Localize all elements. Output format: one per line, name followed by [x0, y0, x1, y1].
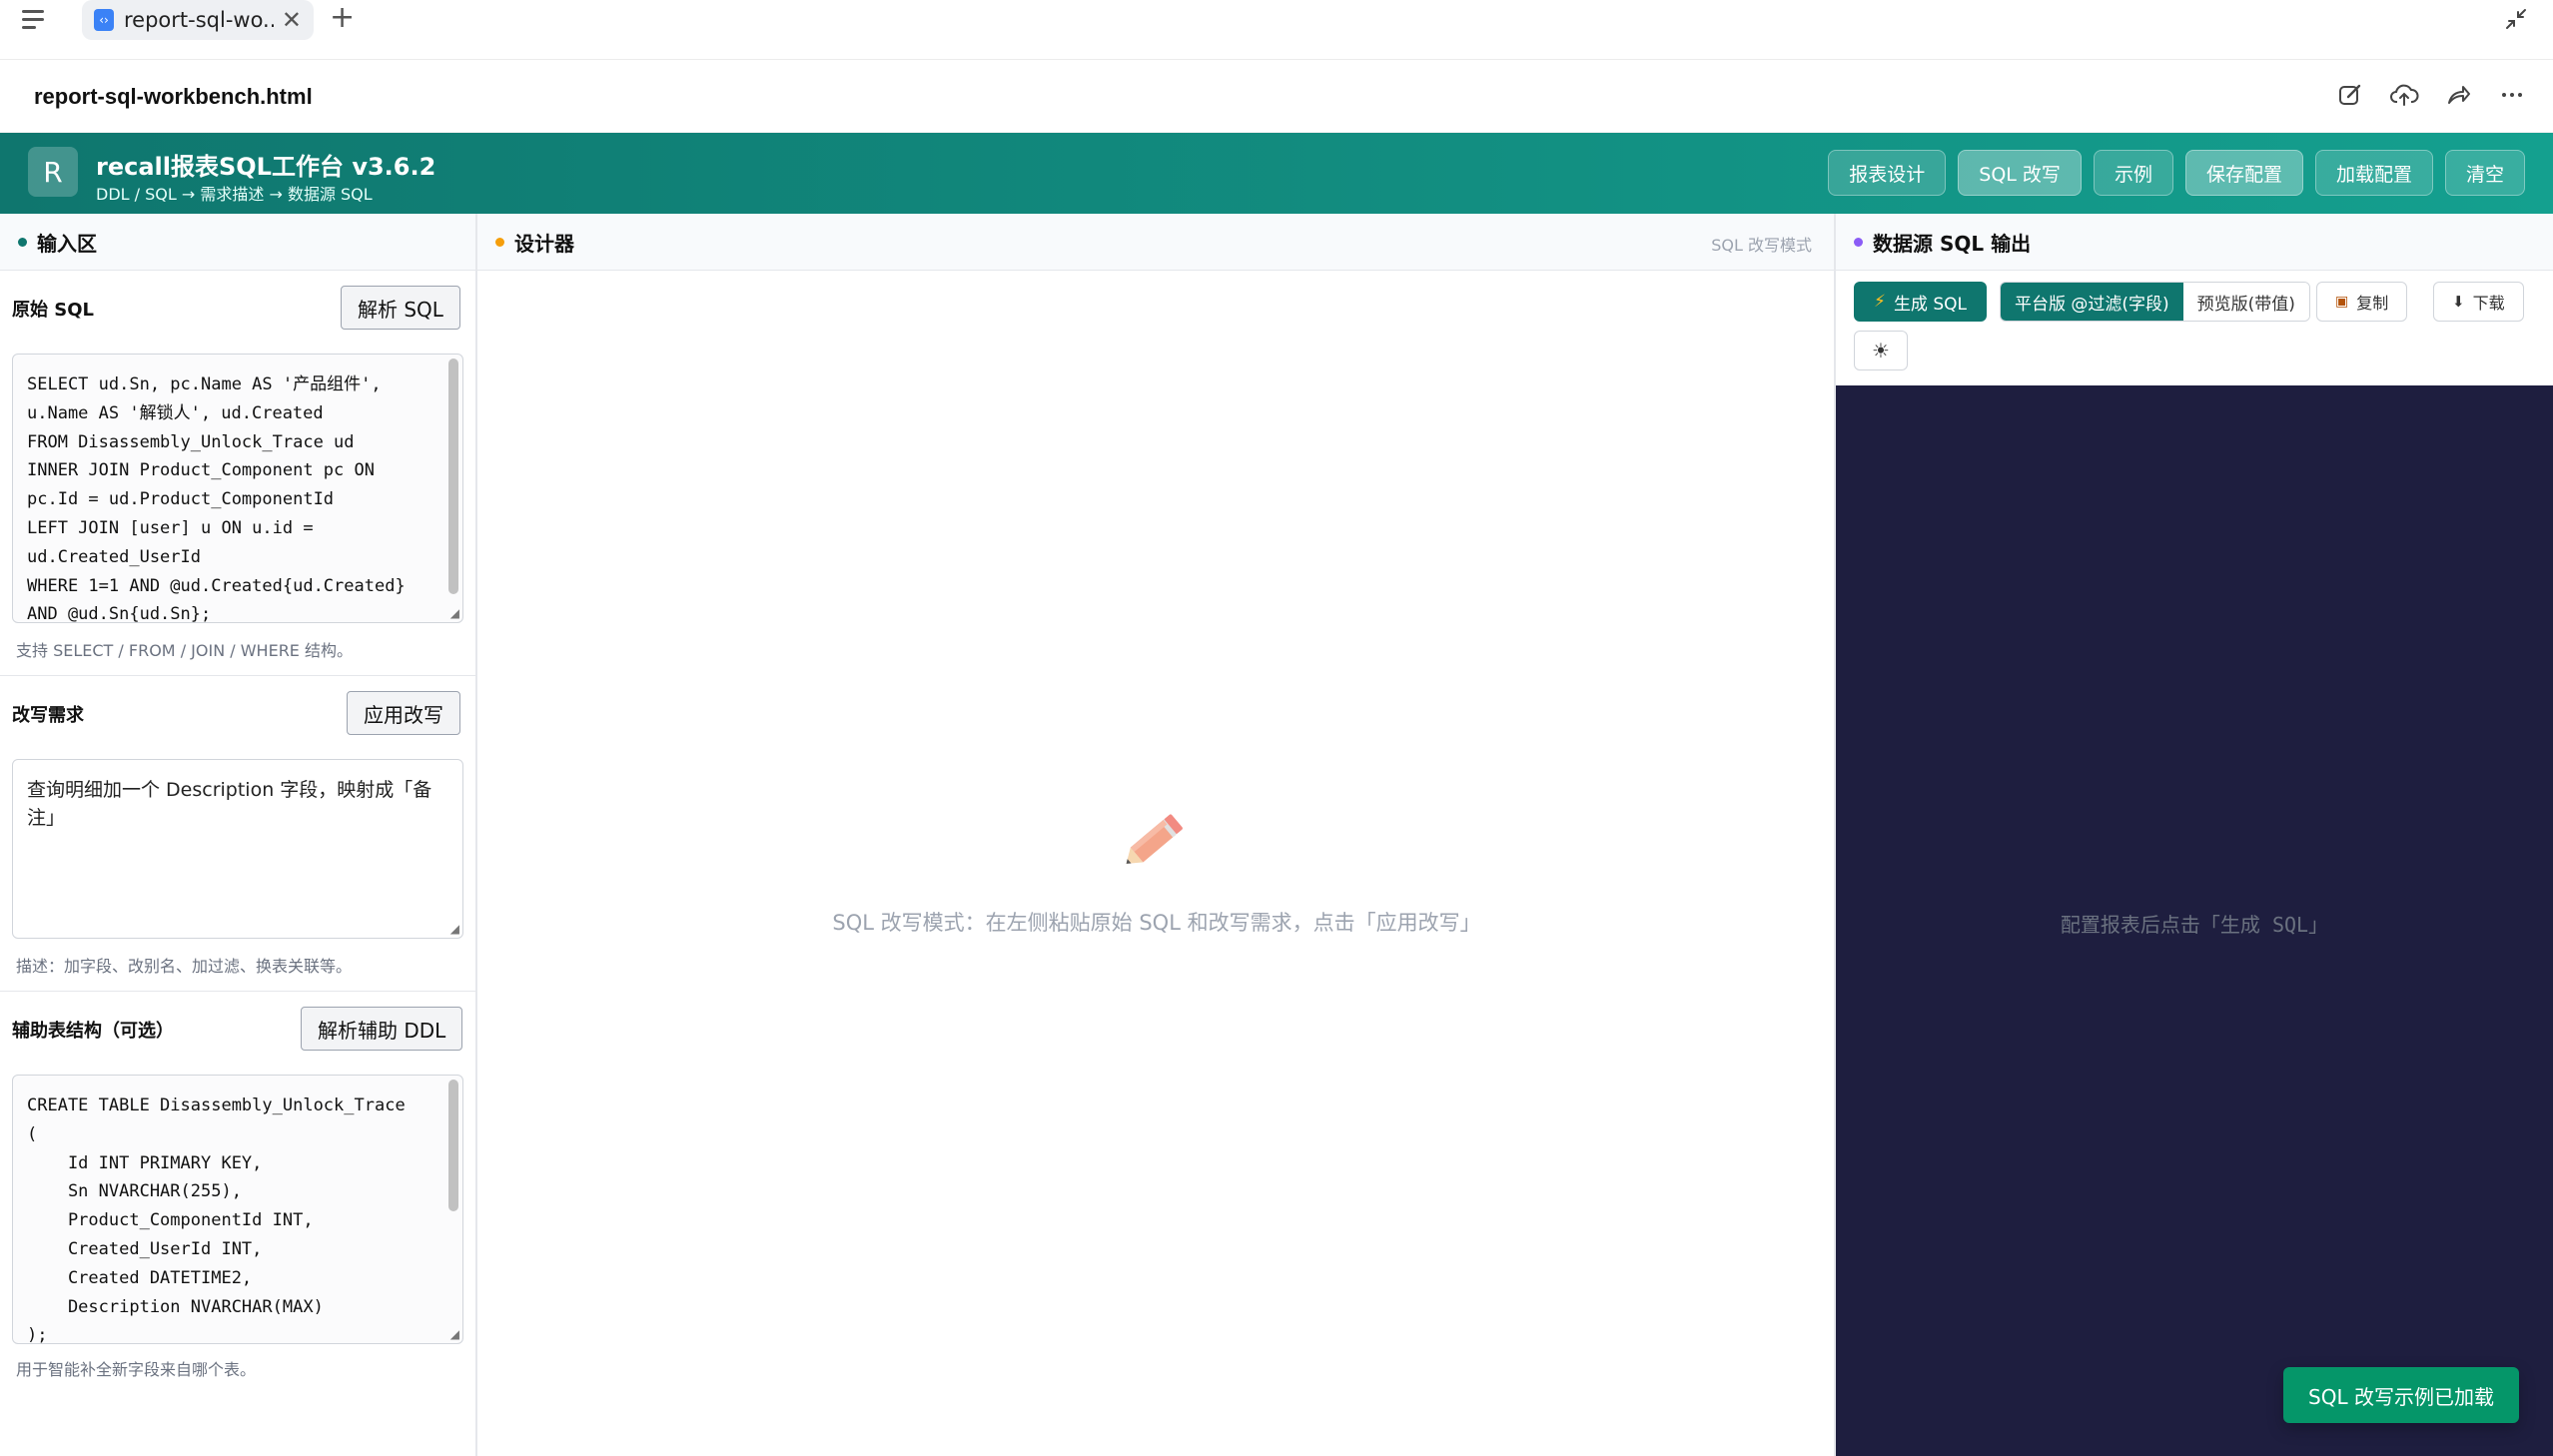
copy-label: 复制	[2356, 294, 2389, 313]
generate-sql-label: 生成 SQL	[1893, 294, 1967, 315]
preview-mode-tab[interactable]: 预览版(带值)	[2182, 283, 2309, 321]
original-sql-hint: 支持 SELECT / FROM / JOIN / WHERE 结构。	[16, 641, 354, 660]
load-config-button[interactable]: 加载配置	[2314, 150, 2433, 196]
designer-panel-header: 设计器 SQL 改写模式	[477, 214, 1834, 271]
rewrite-input[interactable]: 查询明细加一个 Description 字段，映射成「备注」 ◢	[12, 759, 463, 939]
aux-ddl-text: CREATE TABLE Disassembly_Unlock_Trace ( …	[27, 1095, 406, 1344]
parse-aux-ddl-button[interactable]: 解析辅助 DDL	[301, 1007, 463, 1051]
parse-sql-button[interactable]: 解析 SQL	[341, 286, 460, 330]
divider	[0, 991, 477, 992]
resize-icon[interactable]: ◢	[450, 1327, 459, 1341]
input-panel-header: 输入区	[0, 214, 475, 271]
more-icon[interactable]	[2495, 78, 2529, 112]
app-title: recall报表SQL工作台 v3.6.2	[96, 153, 436, 181]
share-icon[interactable]	[2441, 78, 2475, 112]
output-panel-title: 数据源 SQL 输出	[1873, 231, 2032, 256]
bolt-icon: ⚡	[1874, 292, 1886, 312]
aux-ddl-hint: 用于智能补全新字段来自哪个表。	[16, 1360, 257, 1379]
designer-empty-text: SQL 改写模式：在左侧粘贴原始 SQL 和改写需求，点击「应用改写」	[832, 911, 1481, 935]
output-panel-header: 数据源 SQL 输出	[1836, 214, 2553, 271]
tab-title: report-sql-wo...	[124, 8, 274, 32]
app-header: R recall报表SQL工作台 v3.6.2 DDL / SQL → 需求描述…	[0, 133, 2553, 214]
clear-button[interactable]: 清空	[2444, 150, 2525, 196]
divider	[0, 675, 477, 676]
apply-rewrite-button[interactable]: 应用改写	[347, 691, 460, 735]
theme-toggle-button[interactable]: ☀	[1854, 331, 1908, 370]
scrollbar[interactable]	[448, 1080, 458, 1211]
platform-mode-tab[interactable]: 平台版 @过滤(字段)	[2001, 283, 2183, 321]
header-actions: 报表设计 SQL 改写 示例 保存配置 加载配置 清空	[1828, 150, 2525, 196]
original-sql-input[interactable]: SELECT ud.Sn, pc.Name AS '产品组件', u.Name …	[12, 354, 463, 623]
cloud-upload-icon[interactable]	[2387, 78, 2421, 112]
original-sql-text: SELECT ud.Sn, pc.Name AS '产品组件', u.Name …	[27, 374, 406, 623]
designer-panel-title: 设计器	[514, 231, 574, 256]
mode-label: SQL 改写模式	[1711, 236, 1812, 255]
sql-rewrite-button[interactable]: SQL 改写	[1958, 150, 2082, 196]
browser-tabbar: ‹› report-sql-wo... ✕ +	[0, 0, 2553, 60]
toast-notification: SQL 改写示例已加载	[2283, 1367, 2519, 1423]
document-title: report-sql-workbench.html	[34, 84, 313, 109]
close-icon[interactable]: ✕	[282, 6, 302, 34]
sql-output-area[interactable]: 配置报表后点击「生成 SQL」	[1836, 385, 2553, 1456]
designer-panel: 设计器 SQL 改写模式 SQL 改写模式：在左侧粘贴原始 SQL 和改写需求，…	[477, 214, 1836, 1456]
examples-button[interactable]: 示例	[2093, 150, 2173, 196]
status-dot	[18, 237, 27, 247]
browser-tab[interactable]: ‹› report-sql-wo... ✕	[82, 0, 314, 40]
original-sql-label: 原始 SQL	[12, 300, 95, 321]
pencil-icon	[1126, 814, 1183, 864]
sun-icon: ☀	[1872, 339, 1890, 363]
new-tab-icon[interactable]: +	[330, 0, 355, 36]
aux-ddl-label: 辅助表结构（可选）	[12, 1021, 174, 1042]
input-panel: 输入区 原始 SQL 解析 SQL SELECT ud.Sn, pc.Name …	[0, 214, 477, 1456]
generate-sql-button[interactable]: ⚡ 生成 SQL	[1854, 282, 1987, 322]
rewrite-label: 改写需求	[12, 705, 84, 726]
scrollbar[interactable]	[448, 359, 458, 594]
edit-icon[interactable]	[2333, 78, 2367, 112]
input-panel-title: 输入区	[37, 231, 97, 256]
status-dot	[1854, 237, 1863, 247]
clipboard-icon: ▣	[2335, 294, 2349, 310]
status-dot	[495, 237, 504, 247]
rewrite-text: 查询明细加一个 Description 字段，映射成「备注」	[27, 779, 432, 829]
collapse-icon[interactable]	[2501, 4, 2531, 34]
aux-ddl-input[interactable]: CREATE TABLE Disassembly_Unlock_Trace ( …	[12, 1075, 463, 1344]
copy-button[interactable]: ▣ 复制	[2316, 282, 2408, 322]
resize-icon[interactable]: ◢	[450, 922, 459, 936]
menu-icon[interactable]	[22, 2, 58, 36]
save-config-button[interactable]: 保存配置	[2184, 150, 2303, 196]
resize-icon[interactable]: ◢	[450, 606, 459, 620]
app-subtitle: DDL / SQL → 需求描述 → 数据源 SQL	[96, 185, 373, 204]
download-icon: ⬇	[2452, 293, 2465, 311]
rewrite-hint: 描述：加字段、改别名、加过滤、换表关联等。	[16, 957, 353, 976]
document-titlebar: report-sql-workbench.html	[0, 60, 2553, 133]
html-file-icon: ‹›	[94, 9, 114, 31]
output-mode-toggle: 平台版 @过滤(字段) 预览版(带值)	[2000, 282, 2310, 322]
output-panel: 数据源 SQL 输出 ⚡ 生成 SQL 平台版 @过滤(字段) 预览版(带值) …	[1836, 214, 2553, 1456]
report-design-button[interactable]: 报表设计	[1828, 150, 1947, 196]
download-label: 下载	[2472, 294, 2505, 313]
download-button[interactable]: ⬇ 下载	[2433, 282, 2524, 322]
app-logo: R	[28, 147, 78, 197]
output-placeholder: 配置报表后点击「生成 SQL」	[2060, 913, 2329, 937]
